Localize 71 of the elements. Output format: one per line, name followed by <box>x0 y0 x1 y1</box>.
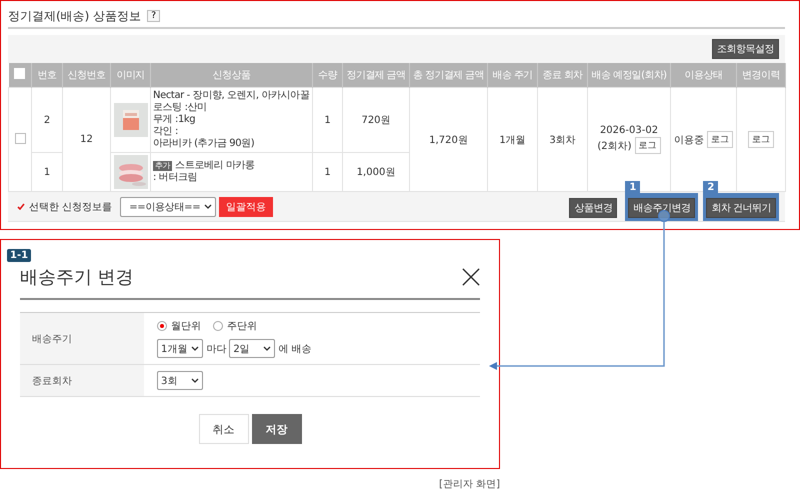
table-cell: 2026-03-02 <box>600 125 658 136</box>
period-select[interactable]: 1개월 <box>157 339 204 358</box>
status-select[interactable]: ==이용상태== <box>120 196 216 216</box>
table-cell: 1 <box>324 166 331 178</box>
row-checkbox[interactable] <box>14 132 26 144</box>
header-checkbox[interactable] <box>14 68 26 79</box>
table-cell: 1개월 <box>499 134 526 146</box>
column-settings-button[interactable]: 조회항목설정 <box>712 39 779 59</box>
step-badge: 1-1 <box>7 249 32 262</box>
modal-title: 배송주기 변경 <box>20 266 134 289</box>
caret-icon <box>204 204 212 209</box>
product-text: 로스팅 :산미 <box>153 102 208 114</box>
help-button[interactable]: ? <box>147 10 160 22</box>
column-header: 신청번호 <box>68 70 106 81</box>
save-button[interactable]: 저장 <box>252 414 302 444</box>
product-text: 아라비카 (추가금 90원) <box>153 138 256 150</box>
action-button[interactable]: 배송주기변경 <box>628 198 696 218</box>
product-text: 스트로베리 마카롱 <box>175 160 255 172</box>
caption: [관리자 화면] <box>439 479 500 490</box>
caret-icon <box>191 378 199 383</box>
table-cell: 2 <box>44 114 50 126</box>
action-button[interactable]: 상품변경 <box>569 198 618 218</box>
table-cell: 12 <box>80 134 93 145</box>
check-icon <box>17 203 25 210</box>
day-select[interactable]: 2일 <box>229 339 276 358</box>
column-header: 종료 회차 <box>542 70 583 81</box>
bulk-label: 선택한 신청정보를 <box>29 200 112 214</box>
table-cell: 1,720원 <box>429 134 468 146</box>
action-button[interactable]: 회차 건너뛰기 <box>706 198 776 218</box>
log-button[interactable]: 로그 <box>707 131 733 148</box>
product-text: 각인 : <box>153 126 179 138</box>
field-text: 에 배송 <box>278 342 312 356</box>
cancel-button[interactable]: 취소 <box>198 414 248 444</box>
table-cell: 1,000원 <box>356 167 396 178</box>
radio-button[interactable] <box>157 321 167 331</box>
table-cell-text: (2회차) <box>597 140 632 152</box>
radio-label: 월단위 <box>171 320 201 333</box>
caret-icon <box>263 346 272 351</box>
column-header: 신청상품 <box>212 70 250 81</box>
close-icon[interactable] <box>462 268 480 286</box>
step-badge: 2 <box>703 180 718 194</box>
product-text: 무게 :1kg <box>153 114 196 126</box>
column-header: 정기결제 금액 <box>346 70 406 81</box>
column-header: 이미지 <box>116 70 145 81</box>
radio-button[interactable] <box>213 321 223 331</box>
field-label: 배송주기 <box>32 332 72 346</box>
product-text: : 버터크림 <box>153 172 198 184</box>
column-header: 수량 <box>318 70 337 81</box>
table-cell: 720원 <box>361 115 391 126</box>
table-cell: 3회차 <box>549 134 576 146</box>
column-header: 총 정기결제 금액 <box>413 70 484 81</box>
log-button[interactable]: 로그 <box>634 137 661 154</box>
step-badge: 1 <box>625 180 640 194</box>
column-header: 변경이력 <box>742 70 780 81</box>
apply-button[interactable]: 일괄적용 <box>219 196 274 216</box>
radio-label: 주단위 <box>227 320 257 333</box>
column-header: 배송 예정일(회차) <box>592 70 666 81</box>
log-button[interactable]: 로그 <box>748 131 774 148</box>
product-text: Nectar - 장미향, 오렌지, 아카시아꿀 <box>153 90 310 102</box>
table-cell: 1 <box>324 114 331 126</box>
column-header: 배송 주기 <box>492 70 533 81</box>
field-text: 마다 <box>206 342 226 356</box>
column-header: 번호 <box>38 70 56 81</box>
end-round-select[interactable]: 3회 <box>157 371 203 390</box>
table-cell: 1 <box>44 166 50 178</box>
section-title: 정기결제(배송) 상품정보 <box>8 8 142 24</box>
table-cell-text: 이용중 <box>674 134 704 146</box>
column-header: 이용상태 <box>684 70 722 81</box>
tag-badge: 추가 <box>153 161 172 171</box>
field-label: 종료회차 <box>32 374 72 388</box>
caret-icon <box>191 346 200 351</box>
